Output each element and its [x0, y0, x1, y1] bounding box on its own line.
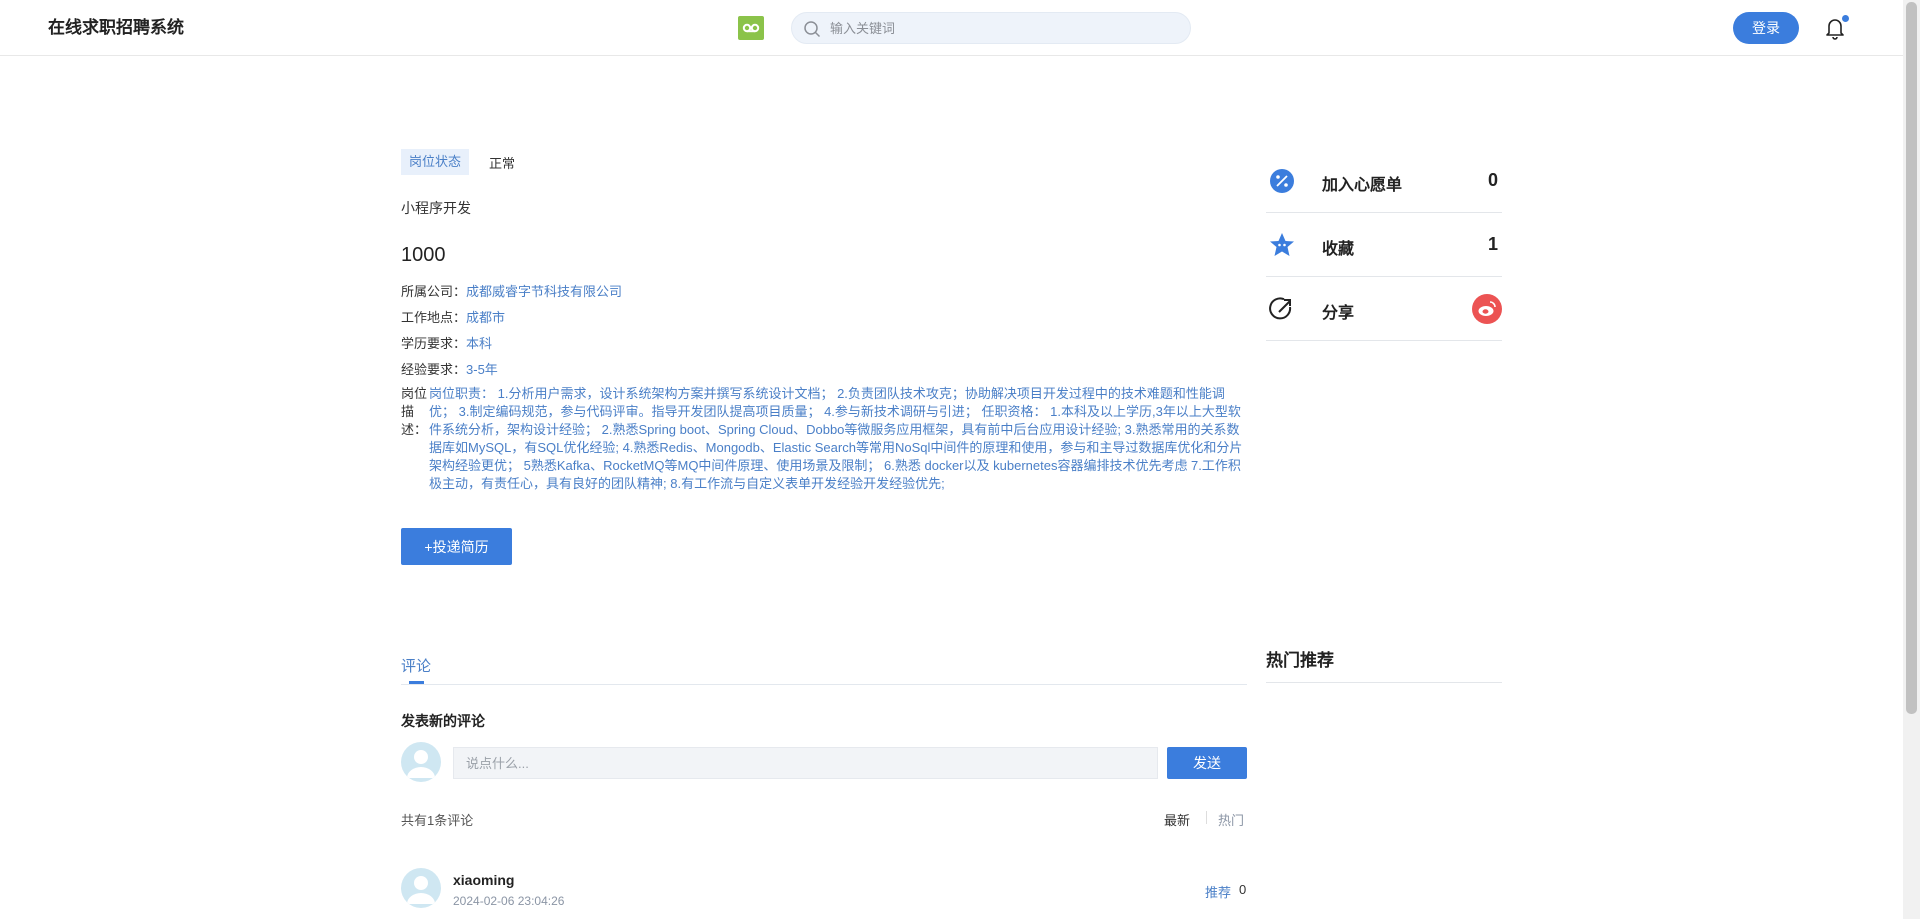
tab-comments[interactable]: 评论: [401, 655, 431, 676]
favorite-count: 1: [1487, 234, 1498, 254]
sort-latest[interactable]: 最新: [1164, 810, 1190, 829]
search-bar: [791, 12, 1191, 44]
experience-label: 经验要求：: [401, 362, 467, 377]
weibo-icon[interactable]: [1472, 294, 1502, 324]
company-link[interactable]: 成都威睿字节科技有限公司: [466, 284, 622, 299]
experience-value: 3-5年: [466, 362, 498, 377]
page-scrollbar[interactable]: [1903, 0, 1920, 919]
top-header: 在线求职招聘系统 登录: [0, 0, 1903, 56]
avatar: [401, 742, 441, 782]
search-icon[interactable]: [803, 20, 821, 38]
education-label: 学历要求：: [401, 336, 467, 351]
status-label: 岗位状态: [401, 149, 470, 175]
tab-active-indicator: [409, 681, 424, 684]
location-row: 工作地点：成都市: [401, 307, 505, 326]
experience-row: 经验要求：3-5年: [401, 359, 498, 378]
star-badge-icon: [1270, 233, 1294, 256]
user-avatar-icon: [407, 876, 435, 904]
apply-resume-button[interactable]: +投递简历: [401, 528, 512, 565]
hot-recommend-title: 热门推荐: [1266, 651, 1334, 670]
send-button[interactable]: 发送: [1167, 747, 1247, 779]
login-button[interactable]: 登录: [1733, 12, 1799, 44]
new-comment-title: 发表新的评论: [401, 713, 485, 729]
status-value: 正常: [489, 156, 516, 171]
discount-badge-icon: [1270, 169, 1294, 193]
share-arrow-icon: [1269, 297, 1292, 320]
voicemail-icon[interactable]: [738, 16, 764, 40]
company-row: 所属公司：成都威睿字节科技有限公司: [401, 281, 622, 300]
location-label: 工作地点：: [401, 310, 467, 325]
job-description: 岗位描述： 岗位职责： 1.分析用户需求，设计系统架构方案并撰写系统设计文档； …: [401, 385, 1247, 493]
scroll-thumb[interactable]: [1906, 2, 1917, 714]
search-input[interactable]: [830, 13, 1170, 43]
education-value: 本科: [466, 336, 493, 351]
tab-divider: [401, 684, 1247, 685]
wishlist-count: 0: [1487, 170, 1498, 190]
favorite-label: 收藏: [1322, 241, 1355, 258]
recommend-button[interactable]: 推荐: [1205, 882, 1231, 901]
notification-dot: [1842, 15, 1849, 22]
share-item[interactable]: 分享: [1266, 277, 1502, 341]
wishlist-label: 加入心愿单: [1322, 177, 1403, 194]
share-label: 分享: [1322, 305, 1355, 322]
site-title[interactable]: 在线求职招聘系统: [48, 13, 184, 38]
company-label: 所属公司：: [401, 284, 467, 299]
commenter-avatar: [401, 868, 441, 908]
sort-separator: [1206, 811, 1207, 824]
description-text: 岗位职责： 1.分析用户需求，设计系统架构方案并撰写系统设计文档； 2.负责团队…: [429, 386, 1243, 491]
education-row: 学历要求：本科: [401, 333, 492, 352]
location-value: 成都市: [466, 310, 506, 325]
wishlist-item[interactable]: 加入心愿单 0: [1266, 149, 1502, 213]
salary: 1000: [401, 244, 446, 266]
favorite-item[interactable]: 收藏 1: [1266, 213, 1502, 277]
commenter-name: xiaoming: [453, 872, 515, 888]
comment-input[interactable]: [453, 747, 1158, 779]
sort-hot[interactable]: 热门: [1218, 810, 1244, 829]
recommend-count: 0: [1239, 882, 1247, 897]
description-label: 岗位描述：: [401, 386, 428, 437]
hot-divider: [1266, 682, 1502, 683]
comment-count: 共有1条评论: [401, 813, 474, 828]
job-title: 小程序开发: [401, 200, 471, 216]
user-avatar-icon: [407, 750, 435, 778]
comment-time: 2024-02-06 23:04:26: [453, 894, 565, 908]
